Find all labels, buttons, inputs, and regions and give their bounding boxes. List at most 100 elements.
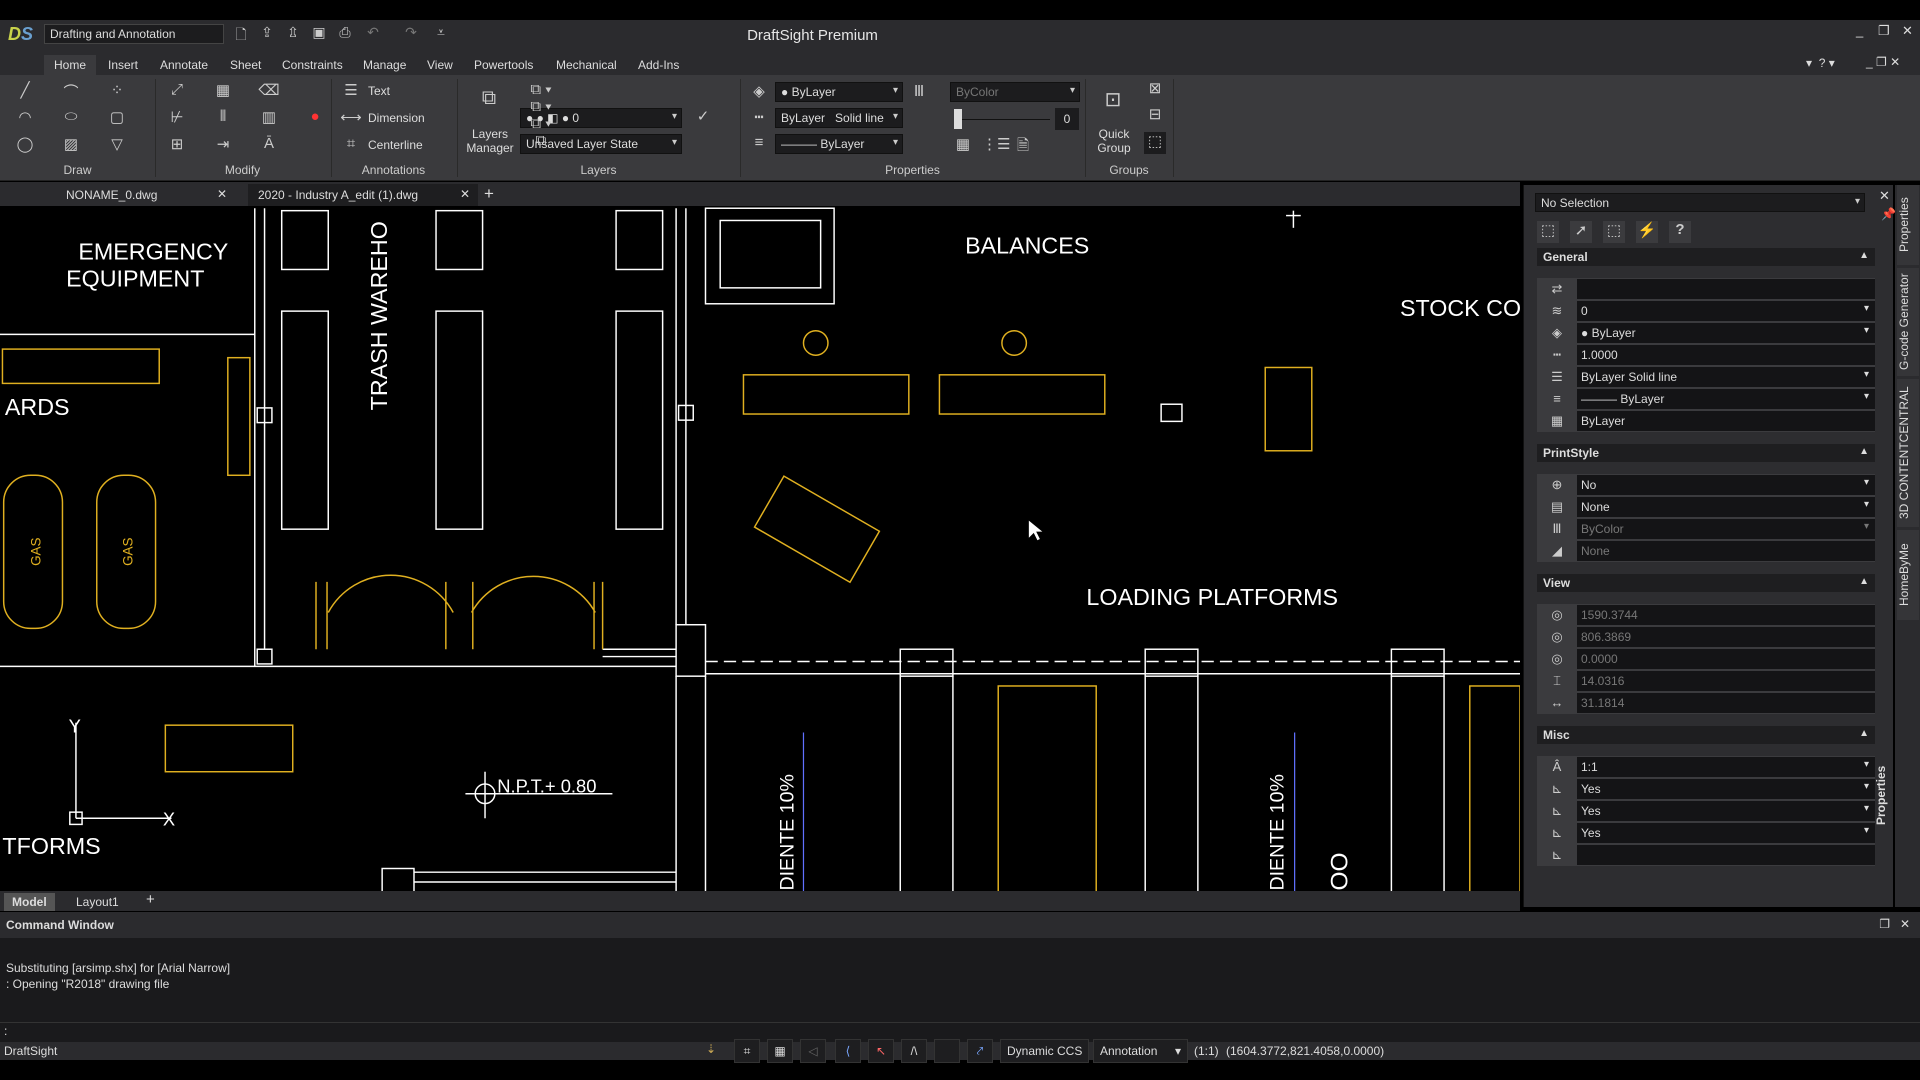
- explode-icon[interactable]: ▥: [258, 108, 280, 130]
- layers-manager-button[interactable]: Layers Manager: [462, 127, 518, 155]
- etrack-icon[interactable]: /\: [901, 1039, 927, 1063]
- tab-mechanical[interactable]: Mechanical: [546, 55, 627, 75]
- doc-tab-industry[interactable]: 2020 - Industry A_edit (1).dwg ✕: [248, 184, 478, 206]
- color-icon[interactable]: ◈: [748, 82, 770, 104]
- filter-icon[interactable]: ⚡: [1636, 221, 1658, 243]
- color-dropdown[interactable]: ● ByLayer: [775, 82, 903, 102]
- section-printstyle[interactable]: PrintStyle: [1537, 444, 1875, 462]
- minimize-icon[interactable]: _: [1856, 23, 1863, 38]
- property-value[interactable]: 1:1: [1577, 757, 1875, 777]
- dimension-icon[interactable]: ⟷: [340, 108, 362, 130]
- polyline-icon[interactable]: ⌒: [60, 81, 82, 103]
- selection-dropdown[interactable]: No Selection: [1535, 193, 1865, 212]
- side-tab-3dcontentcentral[interactable]: 3D CONTENTCENTRAL: [1897, 379, 1919, 527]
- ellipse-icon[interactable]: ⬭: [60, 108, 82, 130]
- tab-view[interactable]: View: [417, 55, 463, 75]
- hatch-icon[interactable]: ▨: [60, 135, 82, 157]
- doc-tab-noname[interactable]: NONAME_0.dwg ✕: [0, 184, 235, 206]
- centerline-button[interactable]: Centerline: [368, 138, 423, 152]
- help-icon[interactable]: ?: [1669, 221, 1691, 243]
- dimension-button[interactable]: Dimension: [368, 111, 425, 125]
- centerline-icon[interactable]: ⌗: [340, 135, 362, 157]
- lineweight-icon[interactable]: ≡: [748, 134, 770, 156]
- text-edit-icon[interactable]: Ā: [258, 135, 280, 157]
- tab-addins[interactable]: Add-Ins: [628, 55, 689, 75]
- text-icon[interactable]: ☰: [340, 81, 362, 103]
- section-misc[interactable]: Misc: [1537, 726, 1875, 744]
- quick-select-icon[interactable]: ⬚: [1537, 221, 1559, 243]
- add-layout-icon[interactable]: +: [146, 891, 155, 908]
- edit-group-icon[interactable]: ⊟: [1144, 105, 1166, 127]
- text-style-icon[interactable]: ▦: [952, 135, 974, 157]
- tab-annotate[interactable]: Annotate: [150, 55, 218, 75]
- tab-sheet[interactable]: Sheet: [220, 55, 271, 75]
- check-icon[interactable]: ✓: [692, 107, 714, 129]
- layers-manager-icon[interactable]: ⧉: [478, 87, 500, 109]
- help-icon[interactable]: ▾ ? ▾: [1806, 56, 1835, 70]
- property-value[interactable]: ● ByLayer: [1577, 323, 1875, 343]
- layer-tools-icon[interactable]: ⧉ ▾ ⧉ ▾ ⧉ ▾ ⧉: [530, 81, 552, 149]
- property-value[interactable]: 806.3869: [1577, 627, 1875, 647]
- property-value[interactable]: [1577, 279, 1875, 299]
- circle-icon[interactable]: ◯: [14, 135, 36, 157]
- tab-layout1[interactable]: Layout1: [66, 893, 129, 911]
- side-tab-properties[interactable]: Properties: [1897, 185, 1919, 265]
- esnap-icon[interactable]: ↖: [868, 1039, 894, 1063]
- property-value[interactable]: Yes: [1577, 823, 1875, 843]
- point-icon[interactable]: ⁘: [106, 81, 128, 103]
- tab-insert[interactable]: Insert: [98, 55, 148, 75]
- arc-icon[interactable]: ◠: [14, 108, 36, 130]
- list-icon[interactable]: ⋮☰: [982, 135, 1010, 157]
- pattern-icon[interactable]: ▦: [212, 81, 234, 103]
- tab-powertools[interactable]: Powertools: [464, 55, 543, 75]
- linetype-dropdown[interactable]: ByLayer Solid line: [775, 108, 903, 128]
- property-value[interactable]: ByColor: [1577, 519, 1875, 539]
- property-value[interactable]: None: [1577, 541, 1875, 561]
- mirror-icon[interactable]: ⫴: [212, 108, 234, 130]
- grid-icon[interactable]: ▦: [767, 1039, 793, 1063]
- property-value[interactable]: 0: [1577, 301, 1875, 321]
- ungroup-icon[interactable]: ⊠: [1144, 79, 1166, 101]
- property-value[interactable]: 0.0000: [1577, 649, 1875, 669]
- lineweight-dropdown[interactable]: ——— ByLayer: [775, 134, 903, 154]
- trim-icon[interactable]: ⊬: [166, 108, 188, 130]
- quick-group-icon[interactable]: ⊡: [1102, 87, 1124, 111]
- property-value[interactable]: ByLayer: [1577, 411, 1875, 431]
- property-value[interactable]: 14.0316: [1577, 671, 1875, 691]
- join-icon[interactable]: ⇥: [212, 135, 234, 157]
- quick-group-button[interactable]: Quick Group: [1094, 127, 1134, 155]
- tab-manage[interactable]: Manage: [353, 55, 416, 75]
- transparency-value[interactable]: 0: [1055, 108, 1079, 130]
- property-value[interactable]: [1577, 845, 1875, 865]
- record-icon[interactable]: ●: [304, 108, 326, 130]
- section-view[interactable]: View: [1537, 574, 1875, 592]
- close-tab-icon[interactable]: ✕: [460, 187, 470, 201]
- dynamic-input-icon[interactable]: ⤤: [967, 1039, 993, 1063]
- transparency-slider[interactable]: [954, 109, 1050, 129]
- tab-model[interactable]: Model: [4, 893, 55, 911]
- side-tab-homebyme[interactable]: HomeByMe: [1897, 530, 1919, 620]
- lineweight-toggle-icon[interactable]: [934, 1039, 960, 1063]
- print-style-icon[interactable]: Ⅲ: [908, 82, 930, 104]
- text-button[interactable]: Text: [368, 84, 390, 98]
- property-value[interactable]: ByLayer Solid line: [1577, 367, 1875, 387]
- select-icon[interactable]: ➚: [1570, 221, 1592, 243]
- close-icon[interactable]: ✕: [1900, 917, 1910, 931]
- property-value[interactable]: 1.0000: [1577, 345, 1875, 365]
- tab-constraints[interactable]: Constraints: [272, 55, 353, 75]
- property-value[interactable]: Yes: [1577, 801, 1875, 821]
- pin-icon[interactable]: 📌: [1881, 207, 1896, 221]
- move-icon[interactable]: ⤢: [166, 81, 188, 103]
- side-tab-gcode[interactable]: G-code Generator: [1897, 268, 1919, 376]
- print-color-dropdown[interactable]: ByColor: [950, 82, 1080, 102]
- window-select-icon[interactable]: ⬚: [1603, 221, 1625, 243]
- doc-window-controls[interactable]: _ ❐ ✕: [1866, 55, 1900, 69]
- close-icon[interactable]: ✕: [1902, 23, 1913, 39]
- annotation-dropdown[interactable]: Annotation ▾: [1093, 1039, 1188, 1063]
- restore-icon[interactable]: ❐: [1878, 23, 1890, 39]
- polar-icon[interactable]: ⟨: [835, 1039, 861, 1063]
- rectangle-icon[interactable]: ▢: [106, 108, 128, 130]
- snap-settings-icon[interactable]: ⇣: [706, 1042, 716, 1056]
- new-tab-icon[interactable]: +: [484, 184, 494, 204]
- drawing-canvas[interactable]: EMERGENCY EQUIPMENT TRASH WAREHO BALANCE…: [0, 207, 1521, 894]
